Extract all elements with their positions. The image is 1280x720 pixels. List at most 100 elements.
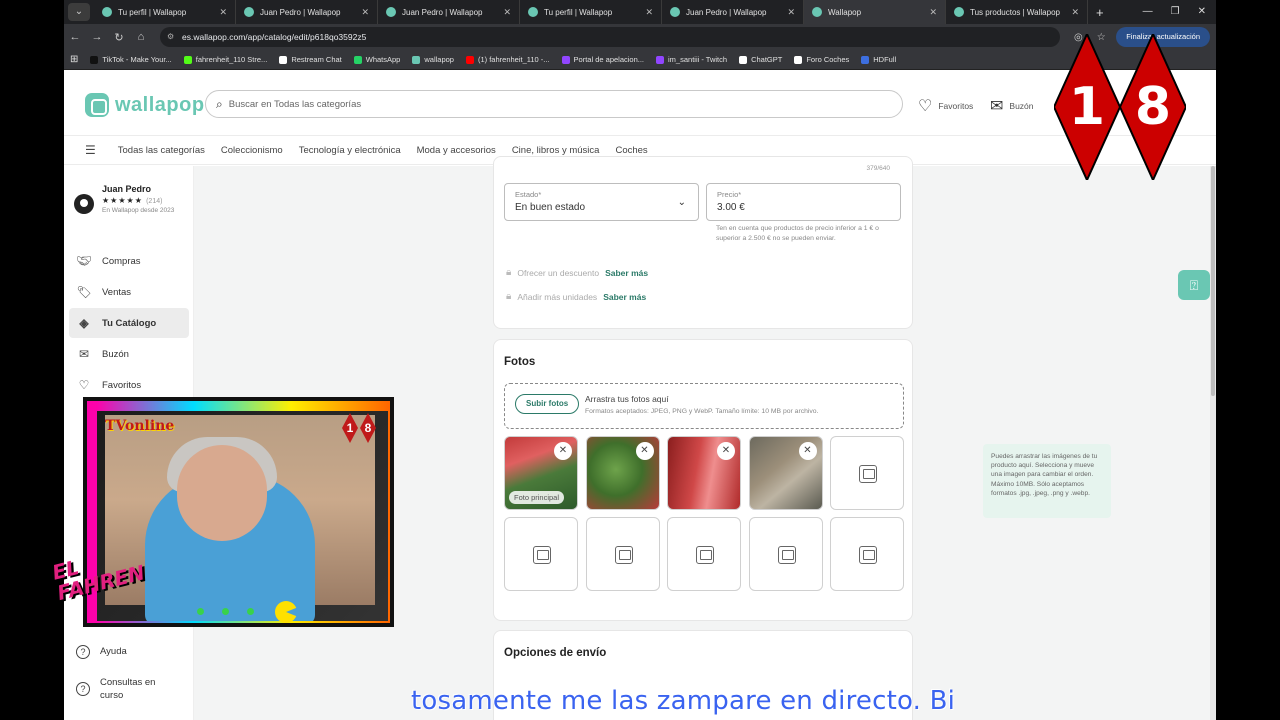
site-info-icon[interactable]: ⚙: [167, 27, 174, 47]
tab-close-icon[interactable]: ✕: [929, 7, 937, 18]
favoritos-link[interactable]: ♡ Favoritos: [918, 96, 973, 116]
browser-tab[interactable]: Wallapop ✕: [804, 0, 946, 24]
category-link[interactable]: Cine, libros y música: [512, 145, 600, 156]
catalog-icon: ◈: [79, 316, 89, 330]
buzon-link[interactable]: ✉ Buzón: [990, 96, 1034, 116]
bookmark-item[interactable]: (1) fahrenheit_110 -...: [465, 55, 550, 64]
new-tab-button[interactable]: +: [1096, 5, 1104, 20]
feedback-chat-button[interactable]: ⍰: [1178, 270, 1210, 300]
upload-photos-button[interactable]: Subir fotos: [515, 394, 580, 414]
maximize-icon[interactable]: ❐: [1171, 0, 1180, 24]
bookmark-favicon-icon: [861, 55, 870, 64]
browser-tab[interactable]: Tu perfil | Wallapop ✕: [94, 0, 236, 24]
reload-icon[interactable]: ↻: [108, 31, 130, 44]
tab-close-icon[interactable]: ✕: [1071, 7, 1079, 18]
bookmark-item[interactable]: fahrenheit_110 Stre...: [183, 55, 268, 64]
product-photo[interactable]: ✕: [748, 436, 823, 510]
char-counter: 379/640: [866, 165, 891, 172]
handshake-icon: 🤝︎: [76, 254, 92, 268]
tab-close-icon[interactable]: ✕: [787, 7, 795, 18]
bookmark-label: fahrenheit_110 Stre...: [195, 55, 268, 64]
bookmark-item[interactable]: HDFull: [861, 55, 896, 64]
tab-title: Wallapop: [828, 7, 862, 17]
sidebar-item[interactable]: ◈ Tu Catálogo: [69, 308, 189, 338]
tab-close-icon[interactable]: ✕: [503, 7, 511, 18]
category-link[interactable]: Coleccionismo: [221, 145, 283, 156]
tab-close-icon[interactable]: ✕: [219, 7, 227, 18]
browser-tab[interactable]: Tu perfil | Wallapop ✕: [520, 0, 662, 24]
profile-summary[interactable]: Juan Pedro ★★★★★ (214) En Wallapop desde…: [74, 184, 178, 215]
remove-photo-icon[interactable]: ✕: [798, 442, 817, 460]
product-photo[interactable]: ✕: [585, 436, 660, 510]
bookmark-item[interactable]: wallapop: [412, 55, 454, 64]
el-fahren-logo: EL FAHREN: [50, 548, 190, 638]
bookmark-item[interactable]: ChatGPT: [739, 55, 782, 64]
sidebar-item[interactable]: ? Consultas en curso: [69, 670, 189, 708]
close-window-icon[interactable]: ✕: [1198, 0, 1206, 24]
remove-photo-icon[interactable]: ✕: [554, 442, 572, 460]
units-saber-mas-link[interactable]: Saber más: [603, 292, 646, 302]
wallapop-favicon-icon: [954, 7, 964, 17]
product-photo[interactable]: ✕: [667, 436, 741, 510]
bookmark-item[interactable]: im_santiii - Twitch: [656, 55, 727, 64]
browser-tab[interactable]: Juan Pedro | Wallapop ✕: [236, 0, 378, 24]
estado-select[interactable]: Estado* En buen estado ⌄: [504, 183, 699, 221]
bookmark-item[interactable]: Restream Chat: [279, 55, 342, 64]
dot: [197, 608, 204, 615]
upload-dropzone[interactable]: Subir fotos Arrastra tus fotos aquí Form…: [504, 383, 904, 429]
bookmark-item[interactable]: WhatsApp: [353, 55, 400, 64]
add-image-icon: [614, 546, 633, 564]
product-photo[interactable]: ✕ Foto principal: [504, 436, 578, 510]
sidebar-item[interactable]: 🤝︎ Compras: [69, 246, 189, 276]
remove-photo-icon[interactable]: ✕: [717, 442, 735, 460]
page-scrollbar[interactable]: [1210, 166, 1216, 720]
category-link[interactable]: Todas las categorías: [118, 145, 205, 156]
category-link[interactable]: Tecnología y electrónica: [299, 145, 401, 156]
bookmark-favicon-icon: [465, 55, 474, 64]
discount-saber-mas-link[interactable]: Saber más: [605, 268, 648, 278]
estado-label: Estado*: [515, 190, 542, 199]
back-icon[interactable]: ←: [64, 31, 86, 43]
search-input[interactable]: ⌕ Buscar en Todas las categorías: [205, 90, 903, 118]
sidebar-item[interactable]: ✉ Buzón: [69, 339, 189, 369]
precio-input[interactable]: Precio* 3.00 €: [706, 183, 901, 221]
tab-close-icon[interactable]: ✕: [361, 7, 369, 18]
url-field[interactable]: ⚙ es.wallapop.com/app/catalog/edit/p618q…: [160, 27, 1060, 47]
tab-title: Juan Pedro | Wallapop: [686, 7, 767, 17]
menu-icon[interactable]: ☰: [85, 143, 102, 157]
buzon-label: Buzón: [1009, 101, 1034, 111]
home-icon[interactable]: ⌂: [130, 31, 152, 43]
tab-title: Tus productos | Wallapop: [970, 7, 1060, 17]
empty-photo-slot[interactable]: [585, 517, 660, 591]
bookmark-item[interactable]: Foro Coches: [794, 55, 849, 64]
bookmark-favicon-icon: [279, 55, 288, 64]
favoritos-label: Favoritos: [938, 101, 974, 111]
category-link[interactable]: Coches: [615, 145, 647, 156]
scrollbar-thumb[interactable]: [1211, 166, 1215, 396]
tab-search-button[interactable]: ⌄: [68, 3, 90, 21]
browser-tab[interactable]: Tus productos | Wallapop ✕: [946, 0, 1088, 24]
minimize-icon[interactable]: —: [1143, 0, 1153, 24]
wallapop-favicon-icon: [812, 7, 822, 17]
empty-photo-slot[interactable]: [748, 517, 823, 591]
forward-icon[interactable]: →: [86, 31, 108, 43]
empty-photo-slot[interactable]: [830, 436, 904, 510]
sidebar-item[interactable]: ♡ Favoritos: [69, 370, 189, 400]
bookmark-item[interactable]: Portal de apelacion...: [561, 55, 644, 64]
empty-photo-slot[interactable]: [830, 517, 904, 591]
wallapop-logo[interactable]: wallapop: [85, 93, 205, 117]
empty-photo-slot[interactable]: [667, 517, 741, 591]
sidebar-item[interactable]: 🏷︎ Ventas: [69, 277, 189, 307]
bookmark-item[interactable]: TikTok - Make Your...: [90, 55, 172, 64]
sidebar-item[interactable]: ? Ayuda: [69, 633, 189, 671]
badge-digit-2: 8: [1135, 77, 1171, 137]
apps-icon[interactable]: ⊞: [70, 54, 78, 65]
remove-photo-icon[interactable]: ✕: [635, 442, 654, 460]
category-link[interactable]: Moda y accesorios: [417, 145, 496, 156]
bookmark-favicon-icon: [561, 55, 570, 64]
empty-photo-slot[interactable]: [504, 517, 578, 591]
browser-tab[interactable]: Juan Pedro | Wallapop ✕: [662, 0, 804, 24]
browser-tab[interactable]: Juan Pedro | Wallapop ✕: [378, 0, 520, 24]
bookmark-favicon-icon: [183, 55, 192, 64]
tab-close-icon[interactable]: ✕: [645, 7, 653, 18]
